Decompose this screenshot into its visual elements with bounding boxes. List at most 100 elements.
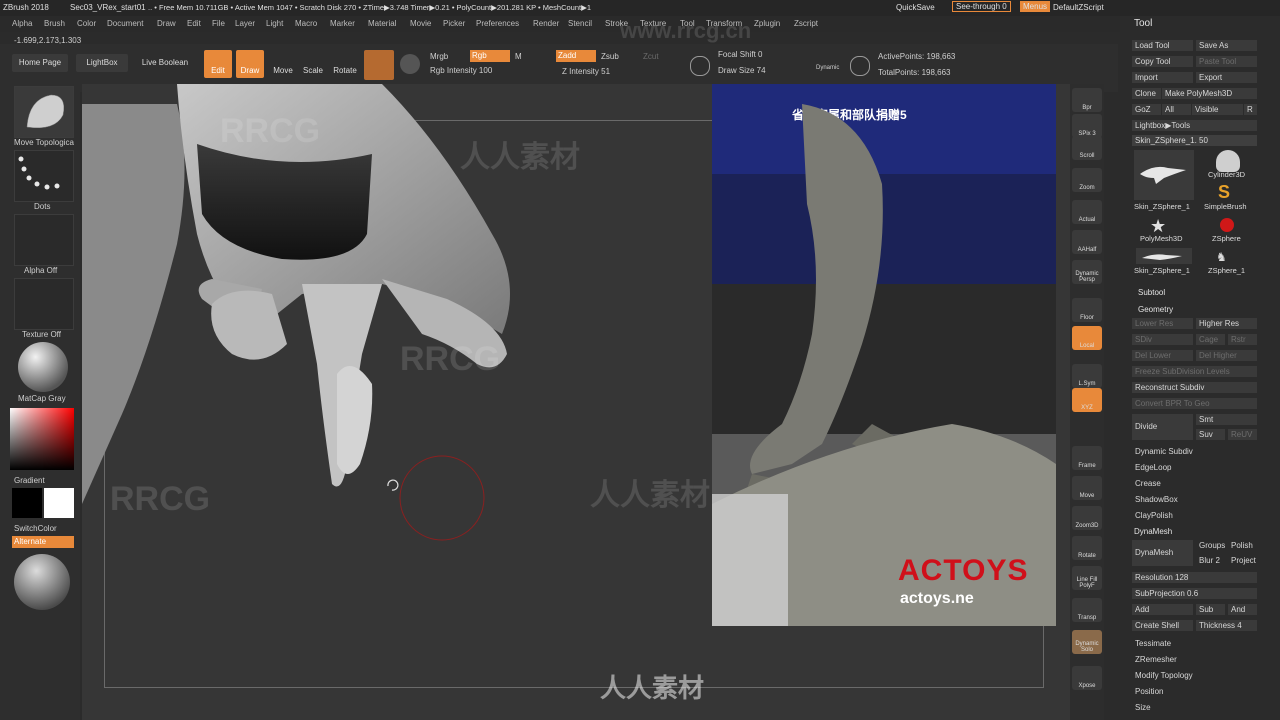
reconstruct-subdiv-button[interactable]: Reconstruct Subdiv [1132,382,1257,393]
zsphere-icon[interactable] [1220,218,1234,232]
dynamesh-header[interactable]: DynaMesh [1134,527,1172,536]
export-button[interactable]: Export [1196,72,1257,83]
sculpt-model[interactable] [82,84,712,720]
visible-button[interactable]: Visible [1192,104,1243,115]
menu-layer[interactable]: Layer [235,19,255,28]
menu-draw[interactable]: Draw [157,19,176,28]
menu-stencil[interactable]: Stencil [568,19,592,28]
menu-render[interactable]: Render [533,19,559,28]
suv-button[interactable]: Suv [1196,429,1225,440]
thickness-slider[interactable]: Thickness 4 [1196,620,1257,631]
menus-button[interactable]: Menus [1020,1,1051,12]
save-as-button[interactable]: Save As [1196,40,1257,51]
rotate-mode-button[interactable]: Rotate [332,50,358,78]
shelf-move-button[interactable]: Move [1072,476,1102,500]
shelf-zoom3d-button[interactable]: Zoom3D [1072,506,1102,530]
menu-brush[interactable]: Brush [44,19,65,28]
subtool-header[interactable]: Subtool [1138,288,1165,297]
size-button[interactable]: Size [1132,702,1257,713]
cylinder-icon[interactable] [1216,150,1240,172]
menu-marker[interactable]: Marker [330,19,355,28]
primary-color-swatch[interactable] [12,488,42,518]
menu-color[interactable]: Color [77,19,96,28]
tool-thumb-skin2-icon[interactable] [1136,248,1192,264]
menu-document[interactable]: Document [107,19,143,28]
menu-zscript[interactable]: Zscript [794,19,818,28]
menu-alpha[interactable]: Alpha [12,19,32,28]
live-boolean-button[interactable]: Live Boolean [134,54,196,72]
edgeloop-button[interactable]: EdgeLoop [1132,462,1257,473]
menu-tool[interactable]: Tool [680,19,695,28]
shelf-dynamic-solo-button[interactable]: Dynamic Solo [1072,630,1102,654]
dynamesh-button[interactable]: DynaMesh [1132,540,1193,566]
r-button[interactable]: R [1244,104,1257,115]
focal-shift-slider[interactable]: Focal Shift 0 [718,50,762,59]
simplebrush-icon[interactable]: S [1218,182,1230,203]
menu-light[interactable]: Light [266,19,283,28]
claypolish-button[interactable]: ClayPolish [1132,510,1257,521]
shelf-aahalf-button[interactable]: AAHalf [1072,230,1102,254]
zremesher-button[interactable]: ZRemesher [1132,654,1257,665]
stroke-thumbnail[interactable] [14,150,74,202]
see-through-slider[interactable]: See-through 0 [952,1,1011,12]
menu-picker[interactable]: Picker [443,19,465,28]
draw-size-slider[interactable]: Draw Size 74 [718,66,766,75]
rgb-button[interactable]: Rgb [470,50,510,62]
tessimate-button[interactable]: Tessimate [1132,638,1257,649]
lightbox-button[interactable]: LightBox [76,54,128,72]
convert-bpr-button[interactable]: Convert BPR To Geo [1132,398,1257,409]
z-intensity-slider[interactable]: Z Intensity 51 [562,67,610,76]
reuv-button[interactable]: ReUV [1228,429,1257,440]
clone-button[interactable]: Clone [1132,88,1161,99]
quicksave-button[interactable]: QuickSave [896,3,935,12]
rstr-button[interactable]: Rstr [1228,334,1257,345]
sub-button[interactable]: Sub [1196,604,1225,615]
load-tool-button[interactable]: Load Tool [1132,40,1193,51]
blur-slider[interactable]: Blur 2 [1196,555,1229,566]
shelf-spix-3-button[interactable]: SPix 3 [1072,114,1102,138]
shelf-zoom-button[interactable]: Zoom [1072,168,1102,192]
texture-thumbnail[interactable] [14,278,74,330]
alternate-button[interactable]: Alternate [12,536,74,548]
subprojection-slider[interactable]: SubProjection 0.6 [1132,588,1257,599]
shelf-actual-button[interactable]: Actual [1072,200,1102,224]
dynamic-button[interactable]: Dynamic [816,65,839,71]
add-button[interactable]: Add [1132,604,1193,615]
zcut-button[interactable]: Zcut [643,52,659,61]
goz-button[interactable]: GoZ [1132,104,1161,115]
move-mode-button[interactable]: Move [270,50,296,78]
resolution-slider[interactable]: Resolution 128 [1132,572,1257,583]
shadowbox-button[interactable]: ShadowBox [1132,494,1257,505]
menu-file[interactable]: File [212,19,225,28]
import-button[interactable]: Import [1132,72,1193,83]
material-thumbnail[interactable] [14,340,72,392]
divide-button[interactable]: Divide [1132,414,1193,440]
shelf-xyz-button[interactable]: XYZ [1072,388,1102,412]
shelf-rotate-button[interactable]: Rotate [1072,536,1102,560]
all-button[interactable]: All [1162,104,1191,115]
zsphere-figure-icon[interactable]: ♞ [1216,250,1227,264]
make-polymesh-button[interactable]: Make PolyMesh3D [1162,88,1257,99]
shelf-xpose-button[interactable]: Xpose [1072,666,1102,690]
secondary-color-swatch[interactable] [44,488,74,518]
create-shell-button[interactable]: Create Shell [1132,620,1193,631]
m-button[interactable]: M [515,52,522,61]
shelf-transp-button[interactable]: Transp [1072,598,1102,622]
copy-tool-button[interactable]: Copy Tool [1132,56,1193,67]
shelf-dynamic-persp-button[interactable]: Dynamic Persp [1072,260,1102,284]
menu-stroke[interactable]: Stroke [605,19,628,28]
menu-zplugin[interactable]: Zplugin [754,19,780,28]
modify-topology-button[interactable]: Modify Topology [1132,670,1257,681]
menu-preferences[interactable]: Preferences [476,19,519,28]
del-lower-button[interactable]: Del Lower [1132,350,1193,361]
shelf-line-fill-polyf-button[interactable]: Line Fill PolyF [1072,566,1102,590]
position-button[interactable]: Position [1132,686,1257,697]
menu-transform[interactable]: Transform [706,19,742,28]
and-button[interactable]: And [1228,604,1257,615]
rgb-intensity-slider[interactable]: Rgb Intensity 100 [430,66,492,75]
scale-mode-button[interactable]: Scale [300,50,326,78]
smt-button[interactable]: Smt [1196,414,1257,425]
canvas-viewport[interactable]: 省家家属和部队捐赠5 ACTOYS actoys.ne [82,84,1072,720]
current-tool-slider[interactable]: Skin_ZSphere_1. 50 [1132,135,1257,146]
lightbox-tools-button[interactable]: Lightbox▶Tools [1132,120,1257,131]
